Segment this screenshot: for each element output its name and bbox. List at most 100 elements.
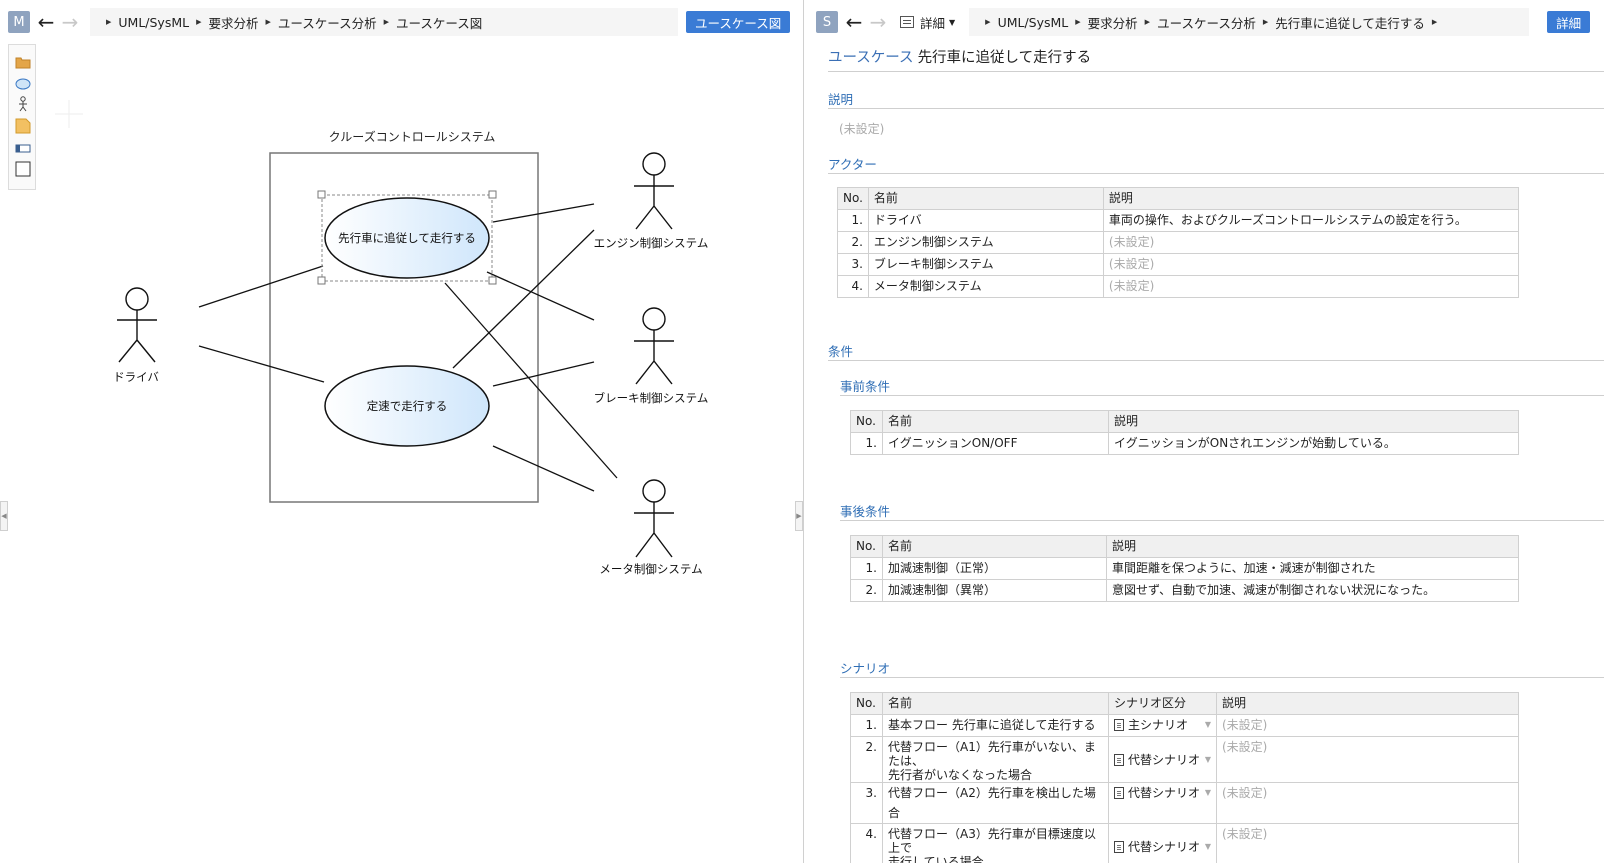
row-number: 1. [837, 209, 869, 232]
diagram-view-button[interactable]: ユースケース図 [686, 11, 791, 33]
scenario-type-select[interactable]: 代替シナリオ ▼ [1108, 782, 1217, 824]
breadcrumb-item[interactable]: 要求分析 [1088, 13, 1138, 32]
detail-toolbar: S ← → 詳細 ▼ ▶ UML/SysML ▶ 要求分析 ▶ ユースケース分析… [816, 8, 1591, 36]
actor-engine-control[interactable] [634, 152, 674, 230]
scenario-type-select[interactable]: 代替シナリオ ▼ [1108, 823, 1217, 863]
divider-line [828, 71, 1604, 72]
breadcrumb-item[interactable]: UML/SysML [998, 15, 1069, 30]
detail-button[interactable]: 詳細 [1547, 11, 1591, 33]
usecase-constant-speed[interactable]: 定速で走行する [324, 365, 490, 447]
description-value[interactable]: (未設定) [839, 120, 884, 137]
scenario-description[interactable]: (未設定) [1216, 782, 1519, 824]
actor-name[interactable]: エンジン制御システム [867, 231, 1104, 254]
table-row[interactable]: 1. イグニッションON/OFF イグニッションがONされエンジンが始動している… [850, 432, 1519, 455]
actor-description[interactable]: (未設定) [1102, 253, 1520, 276]
actor-name[interactable]: ブレーキ制御システム [867, 253, 1104, 276]
diagram-pane: M ← → ▶ UML/SysML ▶ 要求分析 ▶ ユースケース分析 ▶ ユー… [0, 0, 803, 863]
scenario-name[interactable]: 代替フロー（A2）先行車を検出した場合 [882, 782, 1109, 824]
list-icon [900, 16, 914, 28]
association-line[interactable] [492, 445, 595, 492]
forward-arrow-icon[interactable]: → [866, 11, 890, 33]
breadcrumb-item[interactable]: ユースケース分析 [278, 13, 377, 32]
precondition-heading: 事前条件 [840, 379, 891, 394]
actor-name[interactable]: ドライバ [867, 209, 1104, 232]
scenario-name[interactable]: 代替フロー（A3）先行車が目標速度以上で 走行している場合 [882, 823, 1109, 863]
view-mode-dropdown[interactable]: 詳細 ▼ [900, 13, 955, 32]
table-row[interactable]: 2. 加減速制御（異常） 意図せず、自動で加速、減速が制御されない状況になった。 [850, 579, 1519, 602]
table-row[interactable]: 2. エンジン制御システム (未設定) [837, 231, 1520, 254]
row-number: 4. [837, 275, 869, 298]
row-number: 2. [837, 231, 869, 254]
column-header: 名前 [867, 187, 1104, 210]
scenario-table: No. 名前 シナリオ区分 説明 1. 基本フロー 先行車に追従して走行する 主… [850, 692, 1519, 863]
column-header: シナリオ区分 [1108, 692, 1217, 715]
back-arrow-icon[interactable]: ← [34, 11, 58, 33]
table-row[interactable]: 3. 代替フロー（A2）先行車を検出した場合 代替シナリオ ▼ (未設定) [850, 782, 1519, 824]
table-row[interactable]: 2. 代替フロー（A1）先行車がいない、または、 先行者がいなくなった場合 代替シ… [850, 736, 1519, 783]
breadcrumb-arrow-icon: ▶ [1262, 18, 1269, 26]
table-row[interactable]: 1. 加減速制御（正常） 車間距離を保つように、加速・減速が制御された [850, 557, 1519, 580]
breadcrumb-item[interactable]: ユースケース分析 [1157, 13, 1256, 32]
actor-label: ブレーキ制御システム [594, 391, 709, 405]
condition-description[interactable]: 意図せず、自動で加速、減速が制御されない状況になった。 [1106, 579, 1519, 602]
document-icon [1114, 787, 1124, 799]
scenario-description[interactable]: (未設定) [1216, 714, 1519, 737]
table-row[interactable]: 1. 基本フロー 先行車に追従して走行する 主シナリオ ▼ (未設定) [850, 714, 1519, 737]
breadcrumb-item[interactable]: UML/SysML [118, 15, 189, 30]
divider-line [840, 395, 1604, 396]
actor-label: メータ制御システム [599, 562, 702, 576]
collapse-right-handle[interactable]: ▶ [795, 501, 803, 531]
scenario-description[interactable]: (未設定) [1216, 736, 1519, 783]
spec-badge[interactable]: S [816, 11, 838, 33]
condition-name[interactable]: 加減速制御（正常） [882, 557, 1107, 580]
breadcrumb: ▶ UML/SysML ▶ 要求分析 ▶ ユースケース分析 ▶ 先行車に追従して… [969, 8, 1530, 36]
chevron-down-icon: ▼ [949, 17, 956, 27]
diagram-toolbar: M ← → ▶ UML/SysML ▶ 要求分析 ▶ ユースケース分析 ▶ ユー… [8, 8, 791, 36]
actor-description[interactable]: (未設定) [1102, 275, 1520, 298]
scenario-description[interactable]: (未設定) [1216, 823, 1519, 863]
breadcrumb: ▶ UML/SysML ▶ 要求分析 ▶ ユースケース分析 ▶ ユースケース図 [90, 8, 678, 36]
condition-description[interactable]: 車間距離を保つように、加速・減速が制御された [1106, 557, 1519, 580]
table-row[interactable]: 1. ドライバ 車両の操作、およびクルーズコントロールシステムの設定を行う。 [837, 209, 1520, 232]
scenario-type: 代替シナリオ [1128, 839, 1201, 854]
divider-line [828, 360, 1604, 361]
scenario-name[interactable]: 基本フロー 先行車に追従して走行する [882, 714, 1109, 737]
actor-driver[interactable] [117, 287, 157, 363]
scenario-name[interactable]: 代替フロー（A1）先行車がいない、または、 先行者がいなくなった場合 [882, 736, 1109, 783]
breadcrumb-item[interactable]: ユースケース図 [396, 13, 482, 32]
table-row[interactable]: 4. 代替フロー（A3）先行車が目標速度以上で 走行している場合 代替シナリオ ▼ … [850, 823, 1519, 863]
actor-meter-control[interactable] [634, 479, 674, 558]
scenario-type-select[interactable]: 主シナリオ ▼ [1108, 714, 1217, 737]
row-number: 4. [850, 823, 883, 863]
usecase-diagram[interactable]: クルーズコントロールシステム 先行車に追従して走行する 定速で走行する ドライバ… [0, 40, 803, 863]
association-line[interactable] [492, 203, 595, 223]
model-badge[interactable]: M [8, 11, 30, 33]
table-row[interactable]: 4. メータ制御システム (未設定) [837, 275, 1520, 298]
condition-name[interactable]: 加減速制御（異常） [882, 579, 1107, 602]
scenario-name-line: 代替フロー（A3）先行車が目標速度以上で [888, 827, 1096, 855]
back-arrow-icon[interactable]: ← [842, 11, 866, 33]
actor-description[interactable]: 車両の操作、およびクルーズコントロールシステムの設定を行う。 [1102, 209, 1520, 232]
breadcrumb-item[interactable]: 先行車に追従して走行する [1275, 13, 1425, 32]
forward-arrow-icon[interactable]: → [58, 11, 82, 33]
scenario-type-select[interactable]: 代替シナリオ ▼ [1108, 736, 1217, 783]
table-row[interactable]: 3. ブレーキ制御システム (未設定) [837, 253, 1520, 276]
scenario-name-line: 代替フロー（A2）先行車を検出した場合 [888, 786, 1096, 820]
association-line[interactable] [492, 361, 595, 387]
actor-brake-control[interactable] [634, 307, 674, 385]
association-line[interactable] [486, 271, 595, 321]
association-line[interactable] [198, 265, 324, 308]
usecase-follow-vehicle[interactable]: 先行車に追従して走行する [317, 190, 497, 285]
actor-description[interactable]: (未設定) [1102, 231, 1520, 254]
usecase-label: 定速で走行する [367, 399, 448, 413]
condition-name[interactable]: イグニッションON/OFF [882, 432, 1109, 455]
scenario-heading: シナリオ [840, 661, 891, 676]
association-line[interactable] [198, 345, 325, 383]
actor-name[interactable]: メータ制御システム [867, 275, 1104, 298]
column-header: No. [837, 187, 869, 210]
actor-label: ドライバ [113, 370, 159, 384]
condition-description[interactable]: イグニッションがONされエンジンが始動している。 [1108, 432, 1519, 455]
breadcrumb-item[interactable]: 要求分析 [208, 13, 258, 32]
collapse-left-handle[interactable]: ◀ [0, 501, 8, 531]
row-number: 3. [837, 253, 869, 276]
